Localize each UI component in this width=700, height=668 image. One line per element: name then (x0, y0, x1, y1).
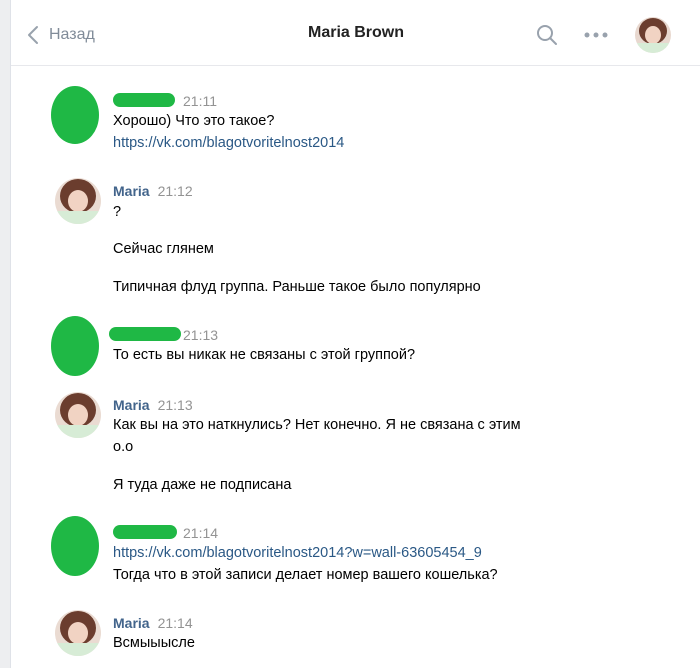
message-time: 21:12 (157, 183, 193, 199)
avatar[interactable] (55, 610, 101, 656)
message-time: 21:13 (157, 397, 193, 413)
dialog-header: Назад Maria Brown (11, 0, 700, 66)
redacted-name (113, 525, 177, 539)
message-link[interactable]: https://vk.com/blagotvoritelnost2014?w=w… (113, 544, 482, 562)
message-author[interactable]: Maria (113, 183, 150, 199)
avatar[interactable] (55, 178, 101, 224)
redacted-avatar (51, 316, 99, 376)
message-text: Тогда что в этой записи делает номер ваш… (113, 567, 498, 583)
message-text: ? (113, 204, 122, 220)
message-time: 21:11 (183, 93, 217, 109)
message-author[interactable]: Maria (113, 615, 150, 631)
message-text: Сейчас глянем (113, 241, 214, 257)
message-text: Всмыыысле (113, 635, 195, 651)
message-text: То есть вы никак не связаны с этой групп… (113, 347, 416, 363)
message-text: Я туда даже не подписана (113, 477, 292, 493)
message-text: Хорошо) Что это такое? (113, 113, 275, 129)
search-icon[interactable] (536, 24, 558, 46)
redacted-name (109, 327, 181, 341)
redacted-avatar (51, 86, 99, 144)
dialog-panel: Назад Maria Brown 21:11 Хорошо) Что это … (10, 0, 700, 668)
message-time: 21:14 (157, 615, 193, 631)
more-icon[interactable] (584, 31, 608, 39)
redacted-name (113, 93, 175, 107)
message-time: 21:14 (183, 525, 219, 541)
message-text: Типичная флуд группа. Раньше такое было … (113, 279, 481, 295)
message-time: 21:13 (183, 327, 219, 343)
redacted-avatar (51, 516, 99, 576)
header-avatar[interactable] (635, 17, 671, 53)
avatar[interactable] (55, 392, 101, 438)
message-link[interactable]: https://vk.com/blagotvoritelnost2014 (113, 134, 344, 152)
message-text: о.о (113, 439, 134, 455)
message-author[interactable]: Maria (113, 397, 150, 413)
message-text: Как вы на это наткнулись? Нет конечно. Я… (113, 417, 521, 433)
